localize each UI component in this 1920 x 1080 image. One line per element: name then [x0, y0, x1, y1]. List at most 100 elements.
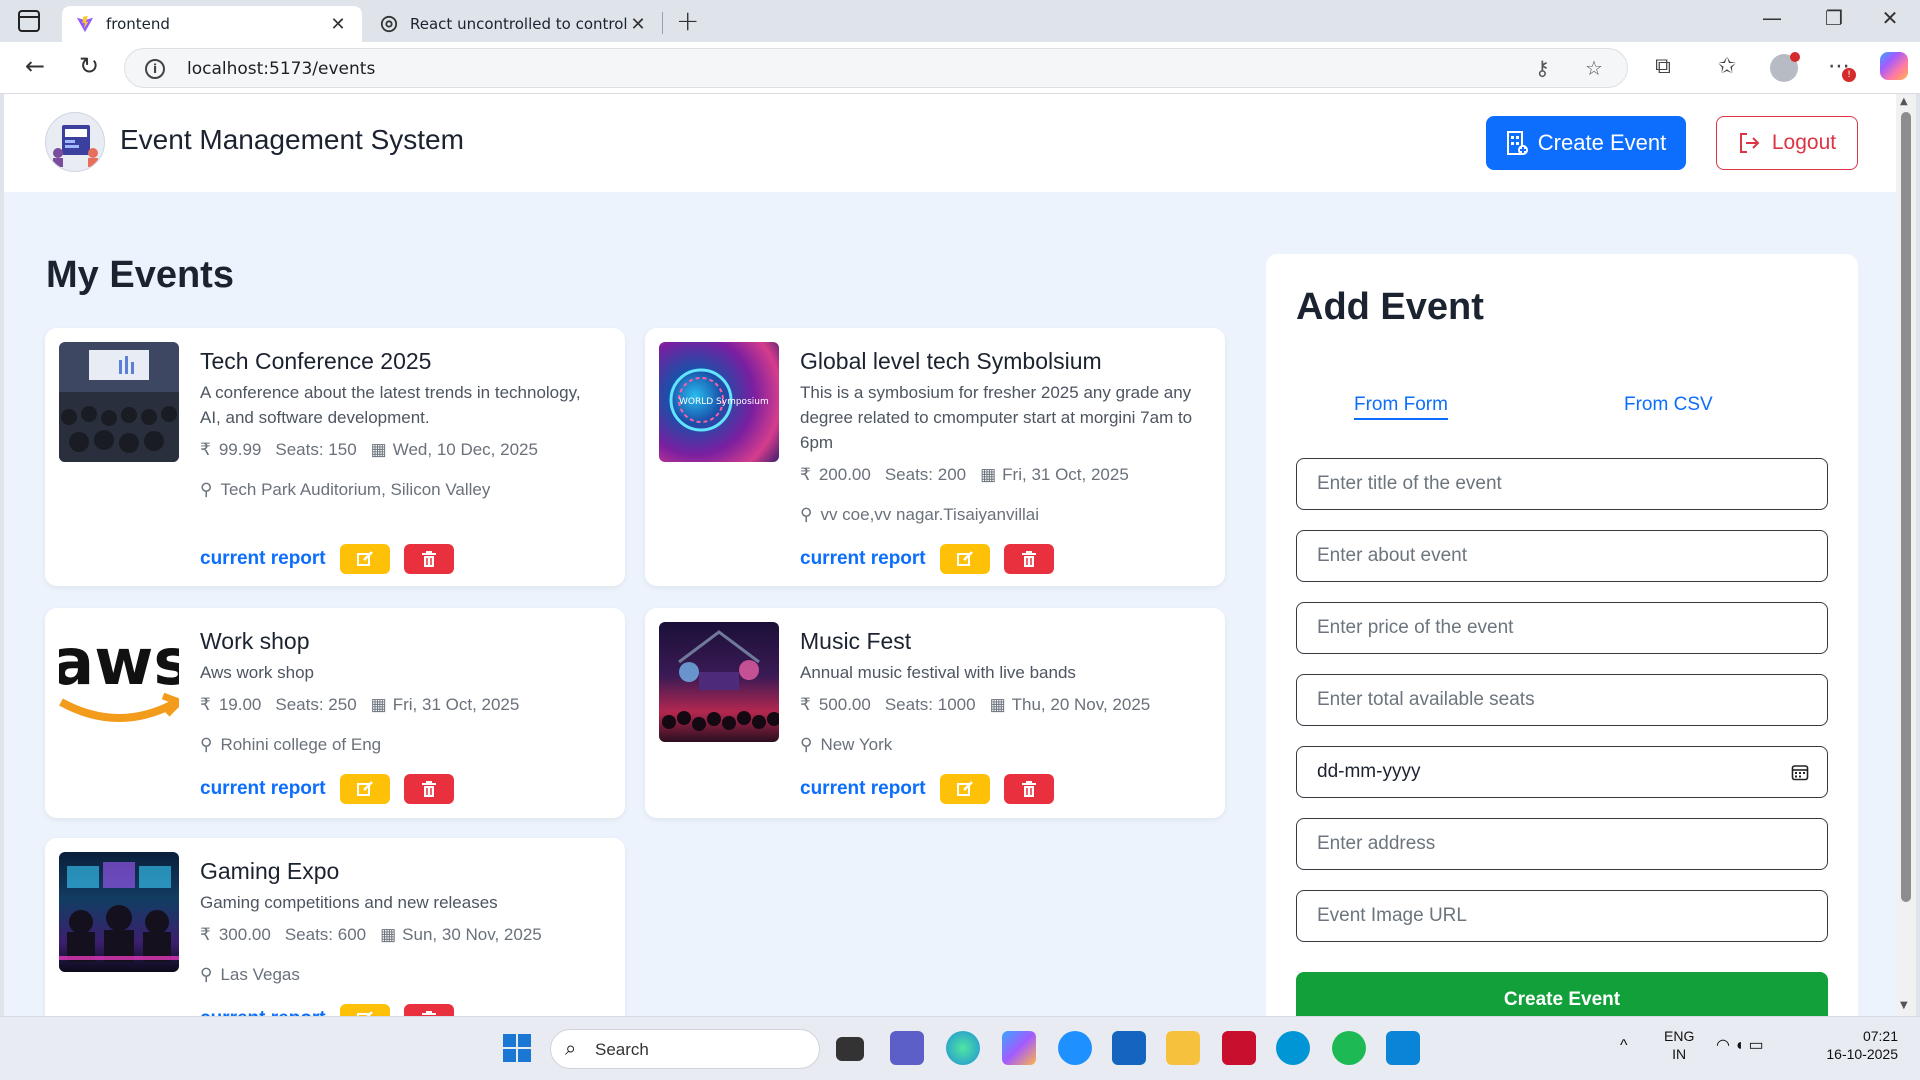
help-icon[interactable]	[1058, 1031, 1092, 1065]
vscode-icon[interactable]	[1386, 1031, 1420, 1065]
browser-tab-frontend[interactable]: frontend ✕	[62, 6, 362, 42]
language-code: ENG	[1664, 1028, 1695, 1044]
close-tab-icon[interactable]: ✕	[628, 14, 648, 35]
mcafee-icon[interactable]	[1222, 1031, 1256, 1065]
current-report-link[interactable]: current report	[200, 1008, 326, 1016]
hp-icon[interactable]	[1276, 1031, 1310, 1065]
calendar-icon: ▦	[370, 695, 387, 714]
event-actions: current report	[200, 1004, 454, 1016]
event-location-row: ⚲ New York	[800, 735, 892, 755]
event-title: Music Fest	[800, 628, 912, 654]
back-icon[interactable]: ←	[18, 52, 52, 80]
chatgpt-favicon-icon	[380, 15, 398, 33]
browser-tab-react[interactable]: React uncontrolled to controlled ✕	[366, 6, 662, 42]
teams-icon[interactable]	[890, 1031, 924, 1065]
delete-button[interactable]	[403, 774, 454, 804]
close-tab-icon[interactable]: ✕	[328, 14, 348, 35]
copilot-taskbar-icon[interactable]	[1002, 1031, 1036, 1065]
event-date: Thu, 20 Nov, 2025	[1011, 695, 1151, 714]
store-icon[interactable]	[1112, 1031, 1146, 1065]
new-tab-icon[interactable]: +	[676, 4, 699, 37]
spotify-icon[interactable]	[1332, 1031, 1366, 1065]
event-description: Gaming competitions and new releases	[200, 893, 498, 912]
key-icon[interactable]: ⚷	[1535, 56, 1550, 80]
language-indicator[interactable]: ENG IN	[1664, 1027, 1694, 1063]
url-text: localhost:5173/events	[187, 59, 376, 79]
task-view-icon[interactable]	[836, 1037, 864, 1061]
event-location-row: ⚲ Las Vegas	[200, 965, 300, 985]
scrollbar-thumb[interactable]	[1901, 112, 1911, 902]
extensions-icon[interactable]: ⧉	[1648, 54, 1678, 79]
tab-title: frontend	[106, 15, 170, 33]
event-thumbnail	[659, 622, 779, 742]
event-date: Fri, 31 Oct, 2025	[392, 695, 520, 714]
event-card: Gaming Expo Gaming competitions and new …	[45, 838, 625, 1016]
close-window-icon[interactable]: ✕	[1870, 6, 1910, 30]
scroll-up-icon[interactable]: ▲	[1900, 96, 1908, 107]
favorites-icon[interactable]: ✩	[1712, 54, 1742, 79]
edit-button[interactable]	[939, 544, 990, 574]
add-event-title: Add Event	[1296, 286, 1484, 328]
favorite-star-icon[interactable]: ☆	[1585, 56, 1603, 80]
clock[interactable]: 07:21 16-10-2025	[1818, 1027, 1898, 1063]
minimize-icon[interactable]: —	[1752, 6, 1792, 30]
address-bar[interactable]: i localhost:5173/events ⚷ ☆	[124, 48, 1628, 88]
tab-from-csv[interactable]: From CSV	[1624, 394, 1713, 416]
price-input[interactable]: Enter price of the event	[1296, 602, 1828, 654]
tray-chevron-icon[interactable]: ^	[1620, 1037, 1628, 1055]
event-location-row: ⚲ Rohini college of Eng	[200, 735, 381, 755]
search-icon: ⌕	[565, 1038, 577, 1060]
maximize-icon[interactable]: ❐	[1814, 6, 1854, 30]
image-url-input[interactable]: Event Image URL	[1296, 890, 1828, 942]
taskbar-search[interactable]: ⌕ Search	[550, 1029, 820, 1069]
event-location: Las Vegas	[220, 965, 300, 984]
tab-from-form[interactable]: From Form	[1354, 394, 1448, 420]
edge-icon[interactable]	[946, 1031, 980, 1065]
windows-start-icon[interactable]	[500, 1031, 534, 1065]
event-location: Tech Park Auditorium, Silicon Valley	[220, 480, 491, 499]
sidebar-toggle-icon[interactable]	[18, 10, 40, 32]
scroll-down-icon[interactable]: ▼	[1900, 1000, 1908, 1011]
calendar-picker-icon[interactable]	[1791, 763, 1809, 781]
event-meta: ₹ 19.00 Seats: 250 ▦ Fri, 31 Oct, 2025	[200, 695, 519, 715]
event-seats: Seats: 600	[284, 925, 367, 944]
event-price: 99.99	[218, 440, 262, 459]
edit-button[interactable]	[339, 544, 390, 574]
create-event-button[interactable]: Create Event	[1486, 116, 1686, 170]
seats-input[interactable]: Enter total available seats	[1296, 674, 1828, 726]
windows-taskbar: ⌕ Search ^ ENG IN ◠ ◖ ▭ 07:21 16-10-2025	[0, 1016, 1920, 1080]
region-code: IN	[1672, 1046, 1687, 1062]
delete-button[interactable]	[403, 544, 454, 574]
current-report-link[interactable]: current report	[800, 778, 926, 800]
current-report-link[interactable]: current report	[200, 548, 326, 570]
file-explorer-icon[interactable]	[1166, 1031, 1200, 1065]
reload-icon[interactable]: ↻	[72, 52, 106, 80]
address-input[interactable]: Enter address	[1296, 818, 1828, 870]
submit-create-event-button[interactable]: Create Event	[1296, 972, 1828, 1016]
date-input[interactable]: dd-mm-yyyy	[1296, 746, 1828, 798]
event-description: A conference about the latest trends in …	[200, 383, 581, 427]
edit-icon	[356, 551, 373, 566]
page-scrollbar[interactable]: ▲ ▼	[1896, 94, 1916, 1016]
event-title: Work shop	[200, 628, 310, 654]
wifi-volume-battery-icon[interactable]: ◠ ◖ ▭	[1716, 1037, 1764, 1055]
current-report-link[interactable]: current report	[800, 548, 926, 570]
my-events-title: My Events	[46, 254, 234, 296]
title-input[interactable]: Enter title of the event	[1296, 458, 1828, 510]
event-title: Tech Conference 2025	[200, 348, 432, 374]
delete-button[interactable]	[1003, 774, 1054, 804]
location-pin-icon: ⚲	[800, 735, 813, 754]
site-info-icon[interactable]: i	[145, 59, 165, 79]
current-report-link[interactable]: current report	[200, 778, 326, 800]
event-logo-icon	[45, 112, 105, 172]
about-input[interactable]: Enter about event	[1296, 530, 1828, 582]
delete-button[interactable]	[1003, 544, 1054, 574]
delete-button[interactable]	[403, 1004, 454, 1016]
edit-button[interactable]	[339, 1004, 390, 1016]
calendar-icon: ▦	[380, 925, 397, 944]
copilot-icon[interactable]	[1880, 52, 1908, 80]
edit-button[interactable]	[339, 774, 390, 804]
rupee-icon: ₹	[200, 695, 211, 714]
logout-button[interactable]: Logout	[1716, 116, 1858, 170]
edit-button[interactable]	[939, 774, 990, 804]
